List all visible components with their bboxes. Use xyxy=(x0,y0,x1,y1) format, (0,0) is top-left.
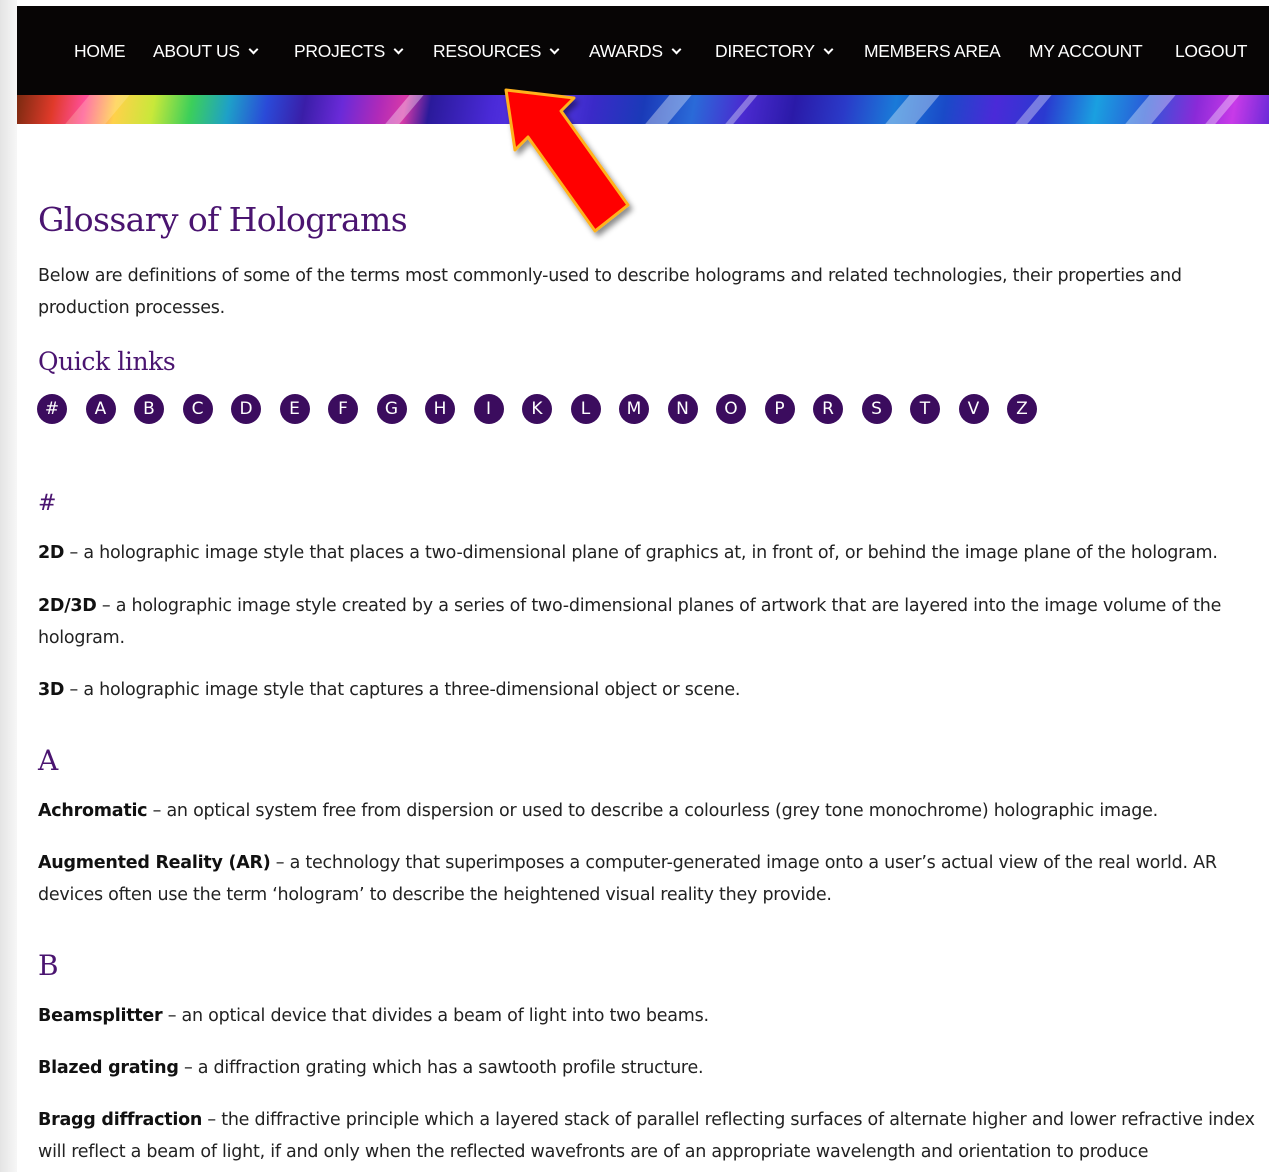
nav-logout-label: LOGOUT xyxy=(1175,41,1248,61)
quick-link-a[interactable]: A xyxy=(85,394,116,424)
glossary-entry: Augmented Reality (AR) – a technology th… xyxy=(38,847,1256,911)
quick-link-s[interactable]: S xyxy=(861,394,892,424)
entry-definition: – a diffraction grating which has a sawt… xyxy=(178,1058,704,1078)
entry-term: Bragg diffraction xyxy=(38,1110,203,1130)
quick-link-m[interactable]: M xyxy=(619,394,649,424)
glossary-entry: 2D – a holographic image style that plac… xyxy=(38,537,1256,569)
entry-definition: – a holographic image style that places … xyxy=(64,543,1218,563)
quick-link-d[interactable]: D xyxy=(231,394,261,424)
entry-term: 3D xyxy=(38,680,65,700)
chevron-down-icon xyxy=(393,44,404,55)
quick-link-g[interactable]: G xyxy=(376,394,407,424)
glossary-entry: Beamsplitter – an optical device that di… xyxy=(38,1000,1256,1032)
page-shadow-strip xyxy=(0,0,17,1172)
entry-definition: – an optical device that divides a beam … xyxy=(162,1006,709,1026)
nav-my-account-label: MY ACCOUNT xyxy=(1029,41,1143,61)
glossary-entry: 3D – a holographic image style that capt… xyxy=(38,674,1256,706)
chevron-down-icon xyxy=(248,44,259,55)
nav-awards-label: AWARDS xyxy=(589,41,663,61)
quick-link-z[interactable]: Z xyxy=(1007,394,1037,424)
section-heading-b: B xyxy=(38,949,59,982)
quick-link-b[interactable]: B xyxy=(134,394,164,424)
quick-link-l[interactable]: L xyxy=(570,394,601,424)
nav-about-us-label: ABOUT US xyxy=(153,41,240,61)
entry-term: Achromatic xyxy=(38,801,148,821)
entry-term: Blazed grating xyxy=(38,1058,179,1078)
chevron-down-icon xyxy=(671,44,682,55)
nav-resources[interactable]: RESOURCES xyxy=(433,40,560,62)
quick-link-k[interactable]: K xyxy=(522,394,552,424)
quick-links-title: Quick links xyxy=(38,347,176,376)
entry-definition: – an optical system free from dispersion… xyxy=(147,801,1159,821)
glossary-entry: Achromatic – an optical system free from… xyxy=(38,795,1256,827)
nav-home[interactable]: HOME xyxy=(74,40,126,62)
quick-link-v[interactable]: V xyxy=(958,394,989,424)
section-heading-hash: # xyxy=(38,491,57,516)
nav-awards[interactable]: AWARDS xyxy=(589,40,682,62)
intro-paragraph: Below are definitions of some of the ter… xyxy=(38,266,1182,318)
quick-link-p[interactable]: P xyxy=(764,394,795,424)
entry-definition: – the diffractive principle which a laye… xyxy=(38,1110,1255,1162)
glossary-entry: Bragg diffraction – the diffractive prin… xyxy=(38,1104,1256,1168)
chevron-down-icon xyxy=(549,44,560,55)
entry-term: Beamsplitter xyxy=(38,1006,163,1026)
page-title: Glossary of Holograms xyxy=(38,200,408,239)
quick-link-f[interactable]: F xyxy=(328,394,358,424)
nav-about-us[interactable]: ABOUT US xyxy=(153,40,259,62)
chevron-down-icon xyxy=(823,44,834,55)
nav-members-area-label: MEMBERS AREA xyxy=(864,41,1001,61)
nav-logout[interactable]: LOGOUT xyxy=(1175,40,1247,62)
glossary-entry: Blazed grating – a diffraction grating w… xyxy=(38,1052,1256,1084)
nav-projects-label: PROJECTS xyxy=(294,41,385,61)
quick-link-r[interactable]: R xyxy=(813,394,843,424)
quick-link-i[interactable]: I xyxy=(473,394,504,424)
quick-links: # A B C D E F G H I K L M N O P R S T V Z xyxy=(37,394,1056,424)
red-arrow-icon xyxy=(504,88,630,233)
nav-my-account[interactable]: MY ACCOUNT xyxy=(1029,40,1143,62)
quick-link-c[interactable]: C xyxy=(182,394,213,424)
entry-term: Augmented Reality (AR) xyxy=(38,853,271,873)
nav-members-area[interactable]: MEMBERS AREA xyxy=(864,40,1001,62)
section-heading-a: A xyxy=(38,744,59,777)
quick-link-e[interactable]: E xyxy=(279,394,310,424)
entry-definition: – a holographic image style that capture… xyxy=(64,680,741,700)
quick-link-t[interactable]: T xyxy=(910,394,940,424)
entry-definition: – a holographic image style created by a… xyxy=(38,596,1222,648)
quick-link-o[interactable]: O xyxy=(716,394,746,424)
quick-link-hash[interactable]: # xyxy=(37,394,67,424)
entry-term: 2D/3D xyxy=(38,596,97,616)
nav-resources-label: RESOURCES xyxy=(433,41,542,61)
nav-home-label: HOME xyxy=(74,41,126,61)
nav-directory-label: DIRECTORY xyxy=(715,41,815,61)
nav-projects[interactable]: PROJECTS xyxy=(294,40,404,62)
quick-link-n[interactable]: N xyxy=(667,394,698,424)
glossary-entry: 2D/3D – a holographic image style create… xyxy=(38,590,1256,654)
quick-link-h[interactable]: H xyxy=(425,394,455,424)
nav-directory[interactable]: DIRECTORY xyxy=(715,40,834,62)
entry-term: 2D xyxy=(38,543,65,563)
